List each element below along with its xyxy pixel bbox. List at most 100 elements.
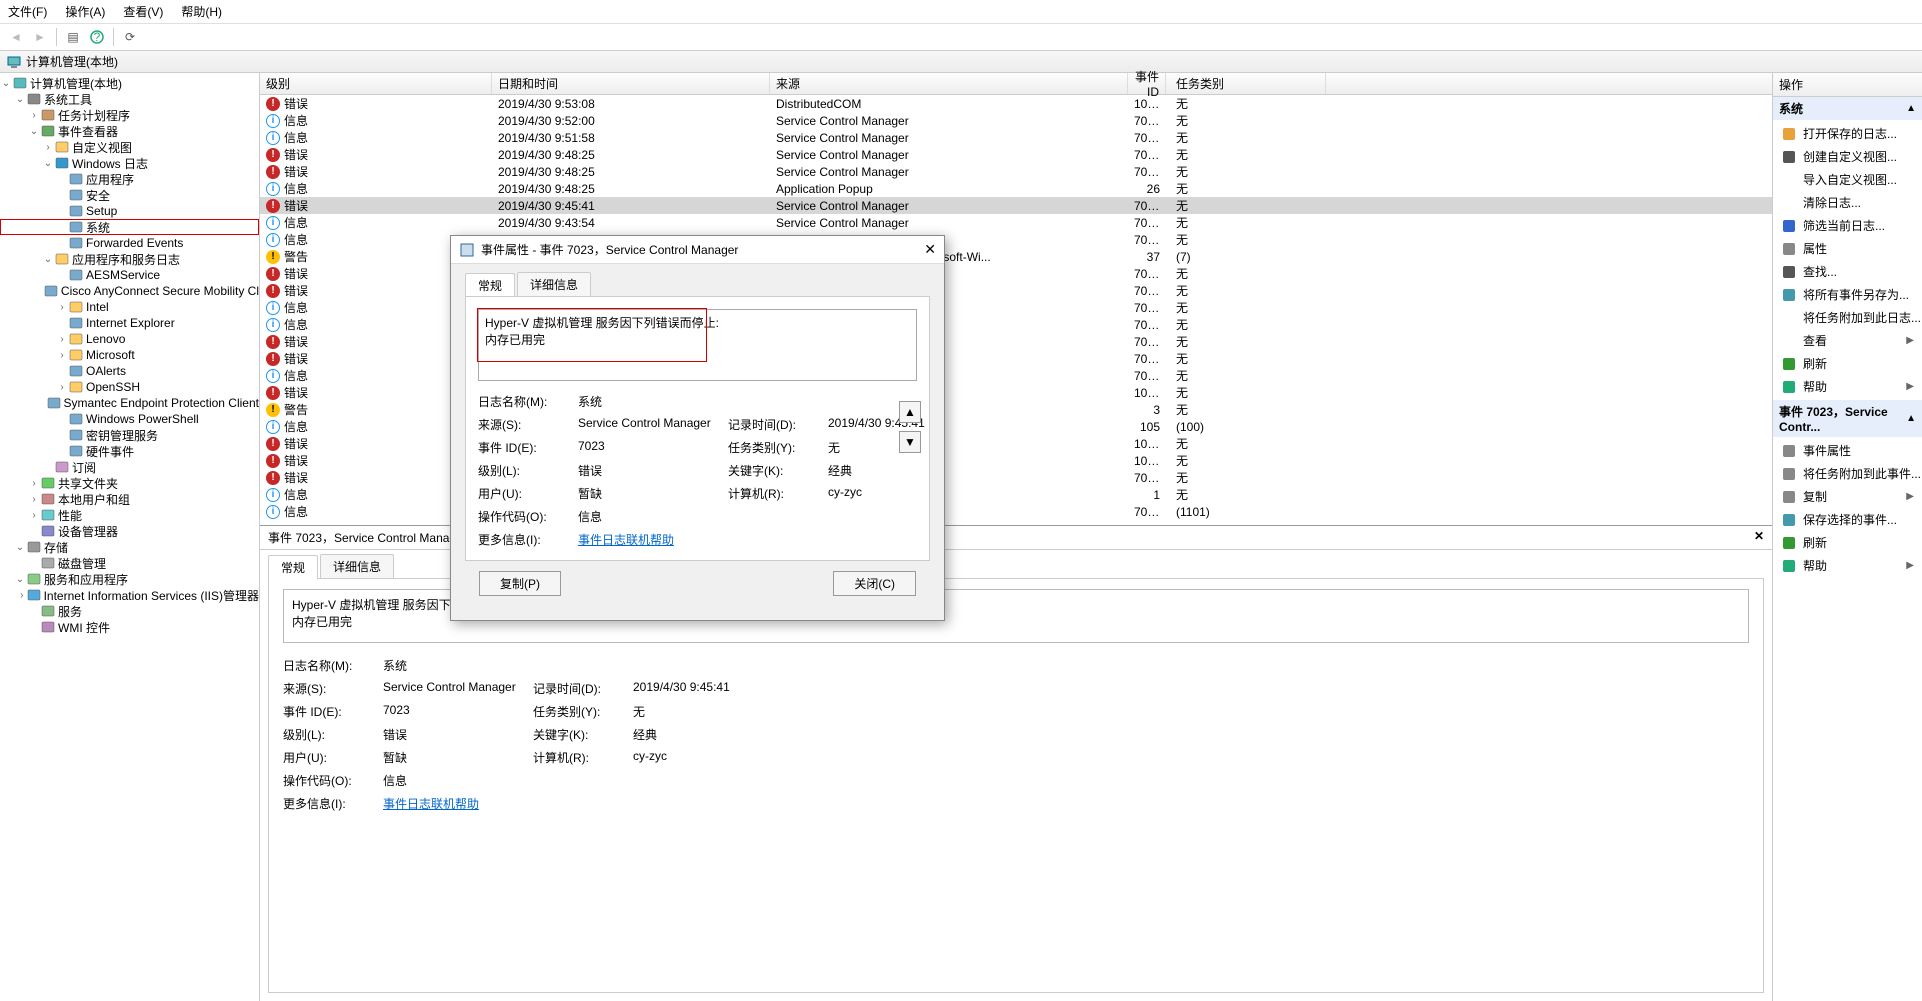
tree-item[interactable]: Cisco AnyConnect Secure Mobility Cl	[0, 283, 259, 299]
expand-icon[interactable]: ›	[56, 382, 68, 393]
tree-item[interactable]: ⌄计算机管理(本地)	[0, 75, 259, 91]
action-item[interactable]: 属性	[1773, 237, 1922, 260]
col-date[interactable]: 日期和时间	[492, 73, 770, 94]
action-item[interactable]: 创建自定义视图...	[1773, 145, 1922, 168]
tree-item[interactable]: 订阅	[0, 459, 259, 475]
action-item[interactable]: 保存选择的事件...	[1773, 508, 1922, 531]
action-item[interactable]: 查找...	[1773, 260, 1922, 283]
actions-section-event[interactable]: 事件 7023，Service Contr...▲	[1773, 400, 1922, 437]
tree-item[interactable]: ›自定义视图	[0, 139, 259, 155]
tree-item[interactable]: 安全	[0, 187, 259, 203]
expand-icon[interactable]: ⌄	[42, 158, 54, 169]
menu-file[interactable]: 文件(F)	[8, 3, 47, 20]
show-hide-icon[interactable]: ▤	[63, 27, 83, 47]
tree-item[interactable]: AESMService	[0, 267, 259, 283]
expand-icon[interactable]: ›	[42, 142, 54, 153]
action-item[interactable]: 复制▶	[1773, 485, 1922, 508]
close-button[interactable]: 关闭(C)	[833, 571, 916, 596]
col-event-id[interactable]: 事件 ID	[1128, 73, 1166, 94]
tree-item[interactable]: Setup	[0, 203, 259, 219]
tree-item[interactable]: Windows PowerShell	[0, 411, 259, 427]
action-item[interactable]: 将所有事件另存为...	[1773, 283, 1922, 306]
expand-icon[interactable]: ⌄	[14, 574, 26, 585]
nav-tree[interactable]: ⌄计算机管理(本地)⌄系统工具›任务计划程序⌄事件查看器›自定义视图⌄Windo…	[0, 73, 260, 1001]
expand-icon[interactable]: ›	[56, 334, 68, 345]
tree-item[interactable]: ⌄存储	[0, 539, 259, 555]
tree-item[interactable]: ⌄系统工具	[0, 91, 259, 107]
tree-item[interactable]: 服务	[0, 603, 259, 619]
action-item[interactable]: 打开保存的日志...	[1773, 122, 1922, 145]
action-item[interactable]: 导入自定义视图...	[1773, 168, 1922, 191]
next-event-button[interactable]: ▼	[899, 431, 921, 453]
col-source[interactable]: 来源	[770, 73, 1128, 94]
tree-item[interactable]: 硬件事件	[0, 443, 259, 459]
details-close-icon[interactable]: ✕	[1754, 529, 1764, 546]
tree-item[interactable]: ›性能	[0, 507, 259, 523]
action-item[interactable]: 将任务附加到此事件...	[1773, 462, 1922, 485]
nav-back-icon[interactable]: ◄	[6, 27, 26, 47]
tree-item[interactable]: OAlerts	[0, 363, 259, 379]
nav-forward-icon[interactable]: ►	[30, 27, 50, 47]
tab-detail[interactable]: 详细信息	[320, 554, 394, 578]
event-row[interactable]: !错误2019/4/30 9:48:25Service Control Mana…	[260, 163, 1772, 180]
help-icon[interactable]: ?	[87, 27, 107, 47]
action-item[interactable]: 清除日志...	[1773, 191, 1922, 214]
action-item[interactable]: 事件属性	[1773, 439, 1922, 462]
tree-item[interactable]: Forwarded Events	[0, 235, 259, 251]
tree-item[interactable]: 系统	[0, 219, 259, 235]
tree-item[interactable]: ›Internet Information Services (IIS)管理器	[0, 587, 259, 603]
menu-help[interactable]: 帮助(H)	[181, 3, 222, 20]
tree-item[interactable]: ›本地用户和组	[0, 491, 259, 507]
tree-item[interactable]: ›任务计划程序	[0, 107, 259, 123]
event-row[interactable]: i信息2019/4/30 9:51:58Service Control Mana…	[260, 129, 1772, 146]
expand-icon[interactable]: ›	[28, 494, 40, 505]
action-item[interactable]: 帮助▶	[1773, 375, 1922, 398]
dialog-tab-general[interactable]: 常规	[465, 273, 515, 297]
tab-general[interactable]: 常规	[268, 555, 318, 579]
menu-action[interactable]: 操作(A)	[65, 3, 105, 20]
expand-icon[interactable]: ›	[28, 110, 40, 121]
dialog-close-icon[interactable]: ✕	[924, 241, 936, 258]
tree-item[interactable]: ›Lenovo	[0, 331, 259, 347]
copy-button[interactable]: 复制(P)	[479, 571, 561, 596]
dialog-tab-detail[interactable]: 详细信息	[517, 272, 591, 296]
tree-item[interactable]: ›共享文件夹	[0, 475, 259, 491]
tree-item[interactable]: ⌄Windows 日志	[0, 155, 259, 171]
refresh-icon[interactable]: ⟳	[120, 27, 140, 47]
expand-icon[interactable]: ›	[28, 478, 40, 489]
action-item[interactable]: 帮助▶	[1773, 554, 1922, 577]
tree-item[interactable]: ›Microsoft	[0, 347, 259, 363]
expand-icon[interactable]: ›	[56, 350, 68, 361]
action-item[interactable]: 查看▶	[1773, 329, 1922, 352]
dialog-help-link[interactable]: 事件日志联机帮助	[578, 533, 674, 547]
expand-icon[interactable]: ⌄	[14, 94, 26, 105]
tree-item[interactable]: 磁盘管理	[0, 555, 259, 571]
expand-icon[interactable]: ⌄	[0, 78, 12, 89]
expand-icon[interactable]: ›	[18, 590, 26, 601]
event-row[interactable]: i信息2019/4/30 9:48:25Application Popup26无	[260, 180, 1772, 197]
tree-item[interactable]: ⌄服务和应用程序	[0, 571, 259, 587]
event-row[interactable]: i信息2019/4/30 9:52:00Service Control Mana…	[260, 112, 1772, 129]
tree-item[interactable]: ›Intel	[0, 299, 259, 315]
action-item[interactable]: 将任务附加到此日志...	[1773, 306, 1922, 329]
tree-item[interactable]: 应用程序	[0, 171, 259, 187]
expand-icon[interactable]: ⌄	[42, 254, 54, 265]
tree-item[interactable]: WMI 控件	[0, 619, 259, 635]
expand-icon[interactable]: ⌄	[14, 542, 26, 553]
tree-item[interactable]: ›OpenSSH	[0, 379, 259, 395]
event-help-link[interactable]: 事件日志联机帮助	[383, 797, 479, 811]
expand-icon[interactable]: ›	[56, 302, 68, 313]
menu-view[interactable]: 查看(V)	[123, 3, 163, 20]
tree-item[interactable]: ⌄事件查看器	[0, 123, 259, 139]
tree-item[interactable]: ⌄应用程序和服务日志	[0, 251, 259, 267]
menubar[interactable]: 文件(F) 操作(A) 查看(V) 帮助(H)	[0, 0, 1922, 24]
actions-section-system[interactable]: 系统▲	[1773, 97, 1922, 120]
tree-item[interactable]: 设备管理器	[0, 523, 259, 539]
prev-event-button[interactable]: ▲	[899, 401, 921, 423]
expand-icon[interactable]: ›	[28, 510, 40, 521]
tree-item[interactable]: Internet Explorer	[0, 315, 259, 331]
event-row[interactable]: !错误2019/4/30 9:53:08DistributedCOM10000无	[260, 95, 1772, 112]
tree-item[interactable]: Symantec Endpoint Protection Client	[0, 395, 259, 411]
col-level[interactable]: 级别	[260, 73, 492, 94]
action-item[interactable]: 筛选当前日志...	[1773, 214, 1922, 237]
